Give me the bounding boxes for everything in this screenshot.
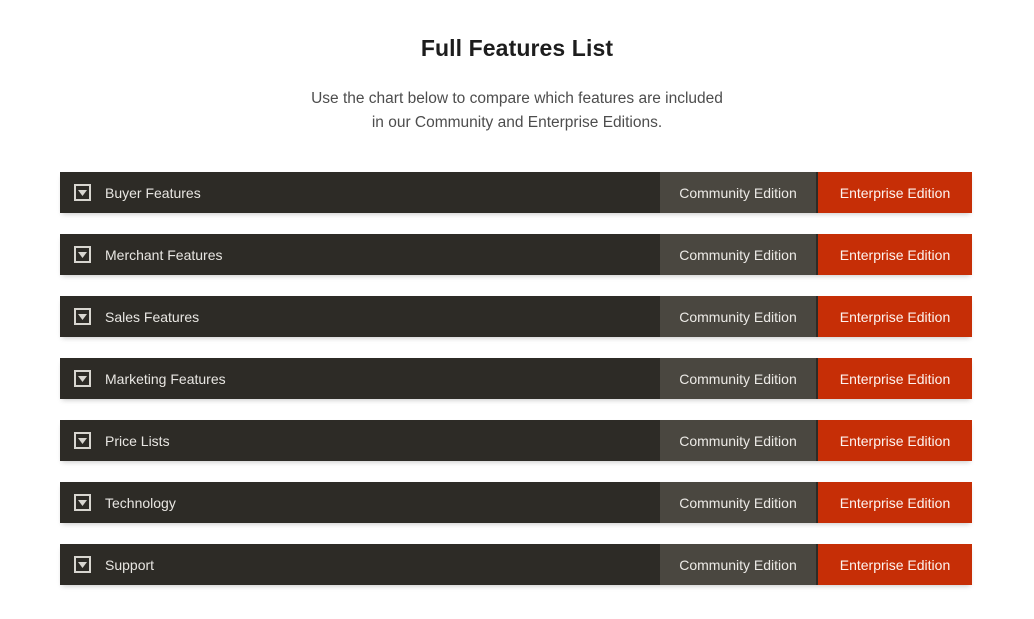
feature-category-label: Support (105, 556, 155, 573)
feature-accordion-row-header[interactable]: Marketing Features (60, 358, 660, 399)
feature-category-label: Buyer Features (105, 184, 201, 201)
caret-down-box-icon[interactable] (74, 370, 91, 387)
enterprise-edition-cell[interactable]: Enterprise Edition (816, 482, 972, 523)
community-edition-label: Community Edition (679, 494, 797, 511)
community-edition-cell[interactable]: Community Edition (660, 234, 816, 275)
feature-category-label: Technology (105, 494, 176, 511)
enterprise-edition-label: Enterprise Edition (839, 246, 951, 263)
feature-accordion-row-header[interactable]: Merchant Features (60, 234, 660, 275)
enterprise-edition-label: Enterprise Edition (839, 370, 951, 387)
feature-accordion-row-header[interactable]: Price Lists (60, 420, 660, 461)
community-edition-cell[interactable]: Community Edition (660, 482, 816, 523)
page-header: Full Features List Use the chart below t… (0, 0, 1034, 135)
enterprise-edition-cell[interactable]: Enterprise Edition (816, 234, 972, 275)
enterprise-edition-cell[interactable]: Enterprise Edition (816, 172, 972, 213)
feature-accordion-row-header[interactable]: Sales Features (60, 296, 660, 337)
enterprise-edition-cell[interactable]: Enterprise Edition (816, 358, 972, 399)
community-edition-label: Community Edition (679, 370, 797, 387)
features-comparison-page: Full Features List Use the chart below t… (0, 0, 1034, 619)
caret-down-box-icon[interactable] (74, 184, 91, 201)
feature-accordion-row: Buyer Features Community Edition Enterpr… (60, 172, 972, 213)
community-edition-cell[interactable]: Community Edition (660, 296, 816, 337)
community-edition-label: Community Edition (679, 184, 797, 201)
community-edition-label: Community Edition (679, 308, 797, 325)
enterprise-edition-cell[interactable]: Enterprise Edition (816, 296, 972, 337)
feature-accordion-row: Sales Features Community Edition Enterpr… (60, 296, 972, 337)
feature-accordion-row: Technology Community Edition Enterprise … (60, 482, 972, 523)
enterprise-edition-label: Enterprise Edition (839, 494, 951, 511)
feature-category-label: Sales Features (105, 308, 200, 325)
feature-accordion-row-header[interactable]: Buyer Features (60, 172, 660, 213)
community-edition-cell[interactable]: Community Edition (660, 358, 816, 399)
page-subtitle: Use the chart below to compare which fea… (0, 63, 1034, 135)
community-edition-label: Community Edition (679, 246, 797, 263)
page-subtitle-line-2: in our Community and Enterprise Editions… (371, 114, 663, 131)
caret-down-box-icon[interactable] (74, 246, 91, 263)
caret-down-box-icon[interactable] (74, 308, 91, 325)
enterprise-edition-cell[interactable]: Enterprise Edition (816, 420, 972, 461)
community-edition-cell[interactable]: Community Edition (660, 172, 816, 213)
feature-accordion-row: Price Lists Community Edition Enterprise… (60, 420, 972, 461)
feature-accordion-row: Support Community Edition Enterprise Edi… (60, 544, 972, 585)
community-edition-label: Community Edition (679, 432, 797, 449)
enterprise-edition-label: Enterprise Edition (839, 432, 951, 449)
feature-accordion: Buyer Features Community Edition Enterpr… (60, 172, 972, 585)
community-edition-label: Community Edition (679, 556, 797, 573)
community-edition-cell[interactable]: Community Edition (660, 544, 816, 585)
page-subtitle-line-1: Use the chart below to compare which fea… (311, 90, 723, 107)
feature-accordion-row: Merchant Features Community Edition Ente… (60, 234, 972, 275)
caret-down-box-icon[interactable] (74, 556, 91, 573)
caret-down-box-icon[interactable] (74, 494, 91, 511)
feature-accordion-row: Marketing Features Community Edition Ent… (60, 358, 972, 399)
page-title: Full Features List (420, 35, 614, 61)
enterprise-edition-label: Enterprise Edition (839, 308, 951, 325)
feature-category-label: Merchant Features (105, 246, 223, 263)
community-edition-cell[interactable]: Community Edition (660, 420, 816, 461)
enterprise-edition-cell[interactable]: Enterprise Edition (816, 544, 972, 585)
feature-category-label: Marketing Features (105, 370, 226, 387)
feature-category-label: Price Lists (105, 432, 170, 449)
enterprise-edition-label: Enterprise Edition (839, 184, 951, 201)
feature-accordion-row-header[interactable]: Technology (60, 482, 660, 523)
enterprise-edition-label: Enterprise Edition (839, 556, 951, 573)
feature-accordion-row-header[interactable]: Support (60, 544, 660, 585)
caret-down-box-icon[interactable] (74, 432, 91, 449)
